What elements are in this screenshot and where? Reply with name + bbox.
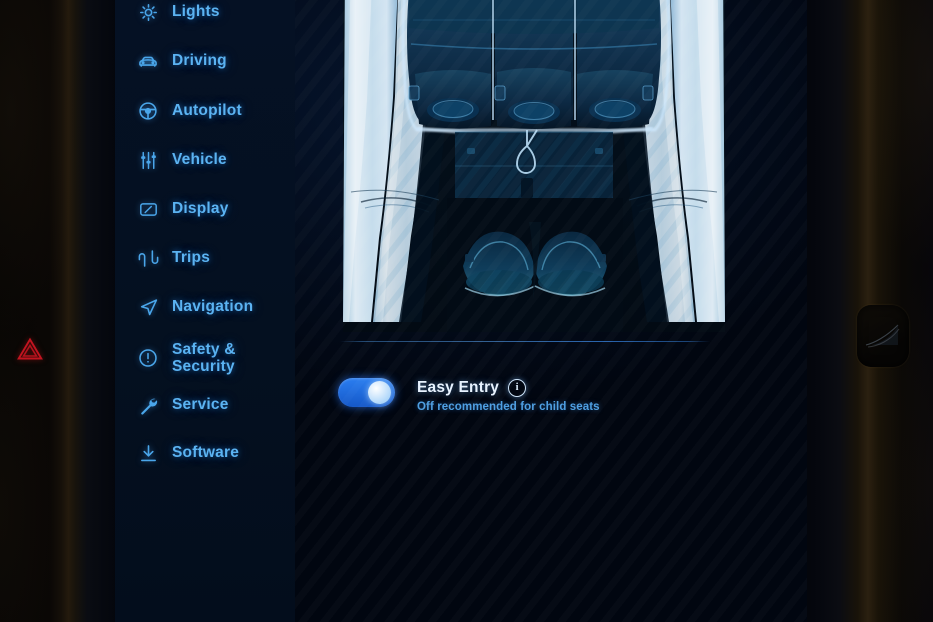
center-touchscreen[interactable]: Lights Driving Autopilot Vehicle Display… xyxy=(115,0,807,622)
hazard-lights-button[interactable] xyxy=(16,336,44,362)
steering-wheel-icon xyxy=(137,100,159,122)
seats-settings-pane: Easy Entry i Off recommended for child s… xyxy=(295,0,807,622)
sidebar-item-label-software: Software xyxy=(172,444,240,462)
sidebar-item-trips[interactable]: Trips xyxy=(115,246,295,270)
vehicle-dashboard: Lights Driving Autopilot Vehicle Display… xyxy=(0,0,933,622)
navigation-arrow-icon xyxy=(137,296,159,318)
sliders-icon xyxy=(137,149,159,171)
dashboard-left-trim xyxy=(0,0,118,622)
car-icon xyxy=(137,50,159,72)
sidebar-item-label-trips: Trips xyxy=(172,249,211,267)
sidebar-item-label-driving: Driving xyxy=(172,52,227,70)
alert-circle-icon xyxy=(137,347,159,369)
display-icon xyxy=(137,198,159,220)
sidebar-item-label-display: Display xyxy=(172,200,229,218)
easy-entry-title: Easy Entry xyxy=(417,379,500,396)
download-icon xyxy=(137,442,159,464)
sidebar-item-driving[interactable]: Driving xyxy=(115,49,295,73)
settings-sidebar[interactable]: Lights Driving Autopilot Vehicle Display… xyxy=(115,0,295,622)
sidebar-item-label-safety-security: Safety & Security xyxy=(172,340,236,375)
sidebar-item-label-lights: Lights xyxy=(172,3,220,21)
sidebar-item-label-service: Service xyxy=(172,396,229,414)
wrench-icon xyxy=(137,394,159,416)
easy-entry-text-block: Easy Entry i Off recommended for child s… xyxy=(417,378,600,413)
sidebar-item-software[interactable]: Software xyxy=(115,441,295,465)
toggle-knob xyxy=(368,381,391,404)
easy-entry-subtitle: Off recommended for child seats xyxy=(417,401,600,413)
sidebar-item-label-vehicle: Vehicle xyxy=(172,151,227,169)
sidebar-item-vehicle[interactable]: Vehicle xyxy=(115,148,295,172)
dash-panel-crease-left xyxy=(0,0,100,622)
sidebar-item-lights[interactable]: Lights xyxy=(115,0,295,24)
sidebar-item-display[interactable]: Display xyxy=(115,197,295,221)
easy-entry-toggle[interactable] xyxy=(338,378,395,407)
easy-entry-title-line: Easy Entry i xyxy=(417,379,600,397)
sidebar-item-autopilot[interactable]: Autopilot xyxy=(115,99,295,123)
sidebar-item-navigation[interactable]: Navigation xyxy=(115,295,295,319)
rear-seats-top-down-illustration[interactable] xyxy=(343,0,725,332)
section-divider xyxy=(340,341,710,342)
winding-road-icon xyxy=(137,247,159,269)
sidebar-item-label-navigation: Navigation xyxy=(172,298,254,316)
easy-entry-setting-row[interactable]: Easy Entry i Off recommended for child s… xyxy=(338,378,600,413)
sidebar-item-safety-security[interactable]: Safety & Security xyxy=(115,336,295,380)
passenger-dash-vent xyxy=(857,305,909,367)
info-icon[interactable]: i xyxy=(508,379,527,397)
lights-icon xyxy=(137,1,159,23)
sidebar-item-service[interactable]: Service xyxy=(115,393,295,417)
sidebar-item-label-autopilot: Autopilot xyxy=(172,102,242,120)
